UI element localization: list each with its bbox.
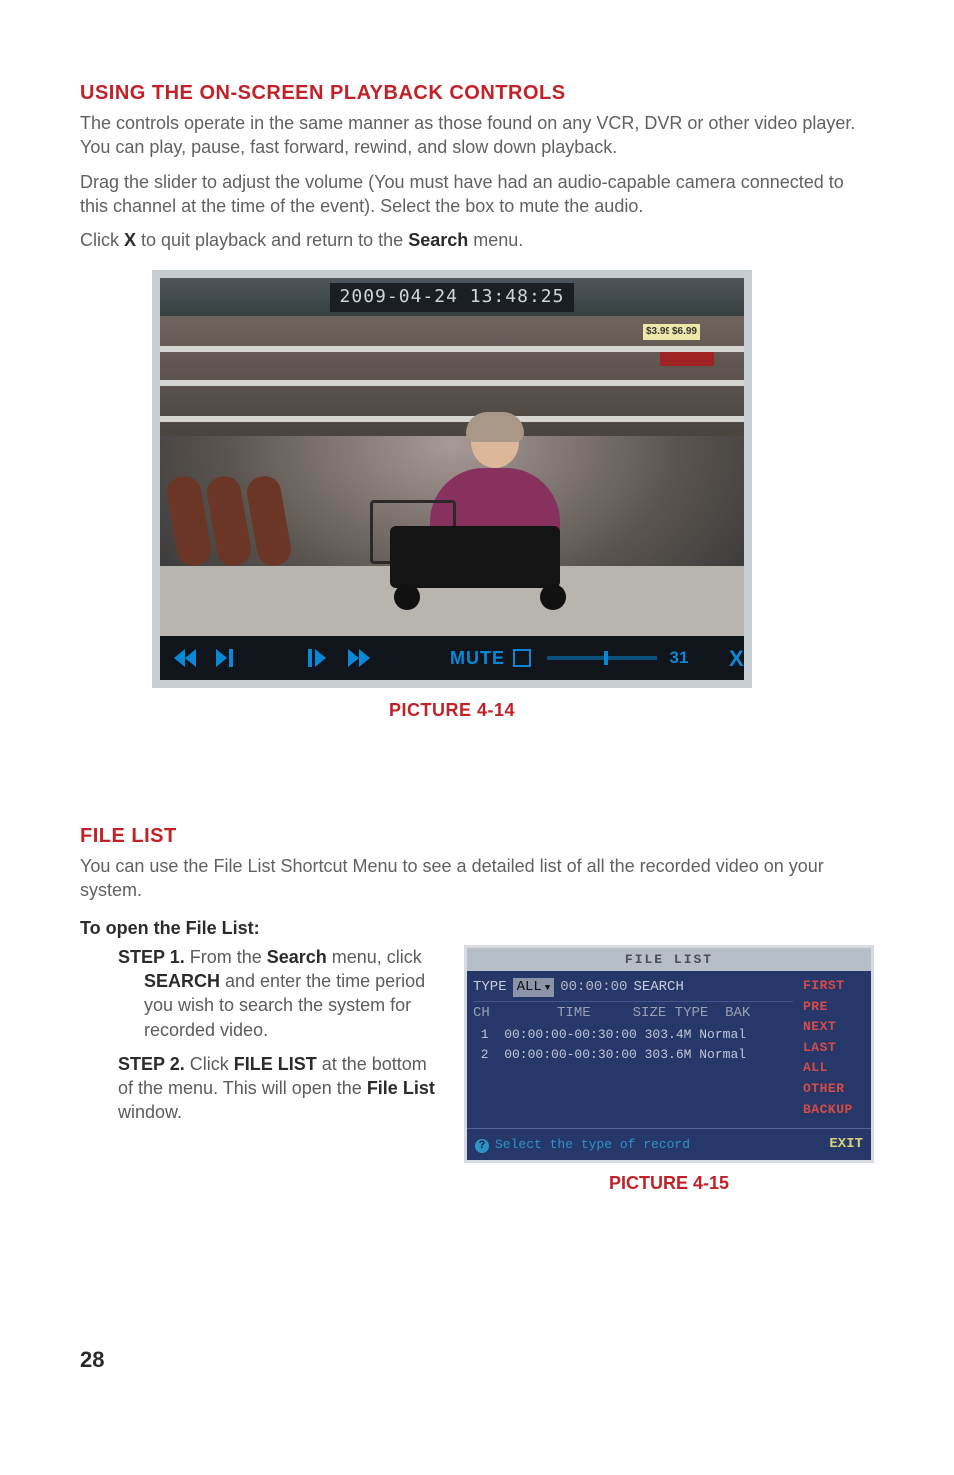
paragraph: Click X to quit playback and return to t… <box>80 228 874 252</box>
mute-checkbox[interactable] <box>513 649 531 667</box>
step-1: STEP 1. From the Search menu, click SEAR… <box>118 945 440 1042</box>
side-button-first[interactable]: FIRST <box>803 977 867 995</box>
video-frame: 2009-04-24 13:48:25 CAMERA01 $3.99 $6.99 <box>152 270 752 688</box>
file-list-screenshot: FILE LIST TYPE ALL ▼ 00:00:00 SEARCH CH … <box>464 945 874 1196</box>
type-value: ALL <box>517 978 542 997</box>
type-label: TYPE <box>473 978 507 997</box>
figure-caption: PICTURE 4-14 <box>152 698 752 722</box>
col-type: TYPE <box>675 1005 709 1021</box>
file-list-table-header: CH TIME SIZE TYPE BAK <box>473 1001 793 1025</box>
skip-forward-icon[interactable] <box>216 649 240 667</box>
search-button[interactable]: SEARCH <box>633 978 683 997</box>
file-list-hint: ? Select the type of record <box>475 1136 690 1154</box>
close-playback-button[interactable]: X <box>729 644 744 674</box>
text: menu, click <box>327 947 422 967</box>
heading-file-list: FILE LIST <box>80 823 874 850</box>
paragraph: The controls operate in the same manner … <box>80 111 874 160</box>
file-list-title: FILE LIST <box>467 948 871 972</box>
table-row[interactable]: 2 00:00:00-00:30:00 303.6M Normal <box>473 1045 793 1065</box>
volume-slider-handle[interactable] <box>604 651 608 665</box>
fast-forward-icon[interactable] <box>348 649 372 667</box>
chevron-down-icon: ▼ <box>545 982 550 994</box>
video-body: CAMERA01 $3.99 $6.99 <box>160 316 744 636</box>
volume-value: 31 <box>665 647 693 670</box>
col-bak: BAK <box>725 1005 750 1021</box>
side-button-pre[interactable]: PRE <box>803 998 867 1016</box>
text: menu. <box>468 230 523 250</box>
side-button-backup[interactable]: BACKUP <box>803 1101 867 1119</box>
meat-display <box>172 476 322 606</box>
side-button-last[interactable]: LAST <box>803 1039 867 1057</box>
mute-label: MUTE <box>450 646 505 670</box>
side-button-other[interactable]: OTHER <box>803 1080 867 1098</box>
text-bold: Search <box>267 947 327 967</box>
video-top: 2009-04-24 13:48:25 <box>160 278 744 316</box>
col-time: TIME <box>557 1005 591 1021</box>
text-bold: File List <box>367 1078 435 1098</box>
playback-control-bar: MUTE 31 X <box>160 636 744 680</box>
text: From the <box>185 947 267 967</box>
paragraph: You can use the File List Shortcut Menu … <box>80 854 874 903</box>
text: window. <box>118 1102 182 1122</box>
heading-open-file-list: To open the File List: <box>80 916 874 940</box>
text-bold: SEARCH <box>144 971 220 991</box>
exit-button[interactable]: EXIT <box>829 1135 863 1154</box>
figure-caption: PICTURE 4-15 <box>464 1171 874 1195</box>
hint-text: Select the type of record <box>495 1137 690 1152</box>
playback-screenshot: 2009-04-24 13:48:25 CAMERA01 $3.99 $6.99 <box>152 270 752 722</box>
file-list-side-buttons: FIRST PRE NEXT LAST ALL OTHER BACKUP <box>799 971 871 1128</box>
volume-slider-track[interactable] <box>547 656 657 660</box>
col-ch: CH <box>473 1005 490 1021</box>
page-number: 28 <box>80 1345 874 1375</box>
text: to quit playback and return to the <box>136 230 408 250</box>
col-size: SIZE <box>633 1005 667 1021</box>
file-list-search-row: TYPE ALL ▼ 00:00:00 SEARCH <box>473 975 793 1001</box>
price-tag: $6.99 <box>669 324 700 340</box>
text-bold: FILE LIST <box>234 1054 317 1074</box>
timestamp-overlay: 2009-04-24 13:48:25 <box>330 283 575 311</box>
heading-playback-controls: USING THE ON-SCREEN PLAYBACK CONTROLS <box>80 80 874 107</box>
table-row[interactable]: 1 00:00:00-00:30:00 303.4M Normal <box>473 1025 793 1045</box>
side-button-all[interactable]: ALL <box>803 1059 867 1077</box>
step-2: STEP 2. Click FILE LIST at the bottom of… <box>118 1052 440 1125</box>
text-bold-x: X <box>124 230 136 250</box>
steps-column: STEP 1. From the Search menu, click SEAR… <box>80 945 440 1135</box>
sale-sign <box>660 352 714 366</box>
type-dropdown[interactable]: ALL ▼ <box>513 978 555 997</box>
file-list-window: FILE LIST TYPE ALL ▼ 00:00:00 SEARCH CH … <box>464 945 874 1163</box>
side-button-next[interactable]: NEXT <box>803 1018 867 1036</box>
hint-icon: ? <box>475 1139 489 1153</box>
text: Click <box>185 1054 234 1074</box>
step-lead: STEP 2. <box>118 1054 185 1074</box>
text-bold-search: Search <box>408 230 468 250</box>
slow-play-icon[interactable] <box>306 649 330 667</box>
text: Click <box>80 230 124 250</box>
paragraph: Drag the slider to adjust the volume (Yo… <box>80 170 874 219</box>
mute-group: MUTE 31 <box>450 646 693 670</box>
scooter-cart <box>370 500 620 610</box>
step-lead: STEP 1. <box>118 947 185 967</box>
time-value: 00:00:00 <box>560 978 627 997</box>
rewind-icon[interactable] <box>174 649 198 667</box>
